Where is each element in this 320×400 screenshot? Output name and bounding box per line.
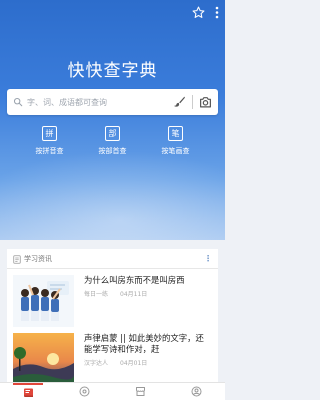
article-date: 04月01日	[120, 360, 148, 367]
lookup-modes: 拼 按拼音查 部 按部首查 笔 按笔画查	[0, 126, 225, 156]
stroke-icon: 笔	[168, 126, 183, 141]
article-source: 每日一练	[84, 291, 109, 298]
nav-dictionary[interactable]	[13, 382, 44, 400]
article-text: 为什么叫房东而不是叫房西 每日一练 04月11日	[74, 275, 212, 327]
nav-profile[interactable]	[182, 383, 212, 400]
mode-label: 按笔画查	[161, 147, 190, 155]
mode-pinyin[interactable]: 拼 按拼音查	[36, 126, 64, 156]
article-date: 04月11日	[120, 291, 148, 298]
bottom-nav	[0, 382, 225, 400]
handwriting-brush-icon[interactable]	[173, 93, 186, 112]
news-doc-icon	[13, 249, 21, 268]
article-thumbnail	[13, 275, 74, 327]
hero-header: 快快查字典 拼 按拼音查 部 按部首查 笔 按笔画查	[0, 0, 225, 240]
news-header: 学习资讯 ⋮	[7, 249, 218, 269]
article-item[interactable]: 为什么叫房东而不是叫房西 每日一练 04月11日	[7, 269, 218, 327]
article-meta: 汉字达人 04月01日	[84, 358, 212, 367]
article-meta: 每日一练 04月11日	[84, 289, 212, 298]
store-icon	[135, 382, 146, 400]
more-vertical-icon[interactable]	[215, 6, 219, 19]
top-toolbar	[192, 6, 219, 19]
mode-stroke[interactable]: 笔 按笔画查	[162, 126, 190, 156]
book-icon	[23, 383, 34, 400]
nav-store[interactable]	[126, 383, 156, 400]
article-text: 声律启蒙 || 如此美妙的文字，还能学写诗和作对，赶 汉字达人 04月01日	[74, 333, 212, 382]
article-thumbnail	[13, 333, 74, 382]
article-source: 汉字达人	[84, 360, 109, 367]
pinyin-icon: 拼	[42, 126, 57, 141]
camera-icon[interactable]	[199, 93, 212, 112]
user-icon	[191, 382, 202, 400]
news-header-label: 学习资讯	[24, 254, 52, 263]
app-title: 快快查字典	[67, 61, 158, 81]
article-title: 声律启蒙 || 如此美妙的文字，还能学写诗和作对，赶	[84, 333, 204, 354]
news-card: 学习资讯 ⋮ 为什么叫房东而不是叫房西 每日一练 04月11日 声律启蒙 || …	[7, 249, 218, 382]
mode-radical[interactable]: 部 按部首查	[99, 126, 127, 156]
compass-icon	[79, 382, 90, 400]
nav-discover[interactable]	[69, 383, 99, 400]
news-more-icon[interactable]: ⋮	[204, 254, 212, 263]
radical-icon: 部	[105, 126, 120, 141]
search-actions	[173, 93, 212, 112]
article-title: 为什么叫房东而不是叫房西	[84, 275, 185, 285]
article-item[interactable]: 声律启蒙 || 如此美妙的文字，还能学写诗和作对，赶 汉字达人 04月01日	[7, 327, 218, 382]
star-icon[interactable]	[192, 6, 205, 19]
search-input[interactable]	[27, 97, 173, 107]
mode-label: 按拼音查	[35, 147, 64, 155]
search-icon	[13, 97, 23, 107]
divider	[192, 95, 193, 109]
search-bar[interactable]	[7, 89, 218, 115]
mode-label: 按部首查	[98, 147, 127, 155]
hero-glow	[0, 150, 225, 240]
